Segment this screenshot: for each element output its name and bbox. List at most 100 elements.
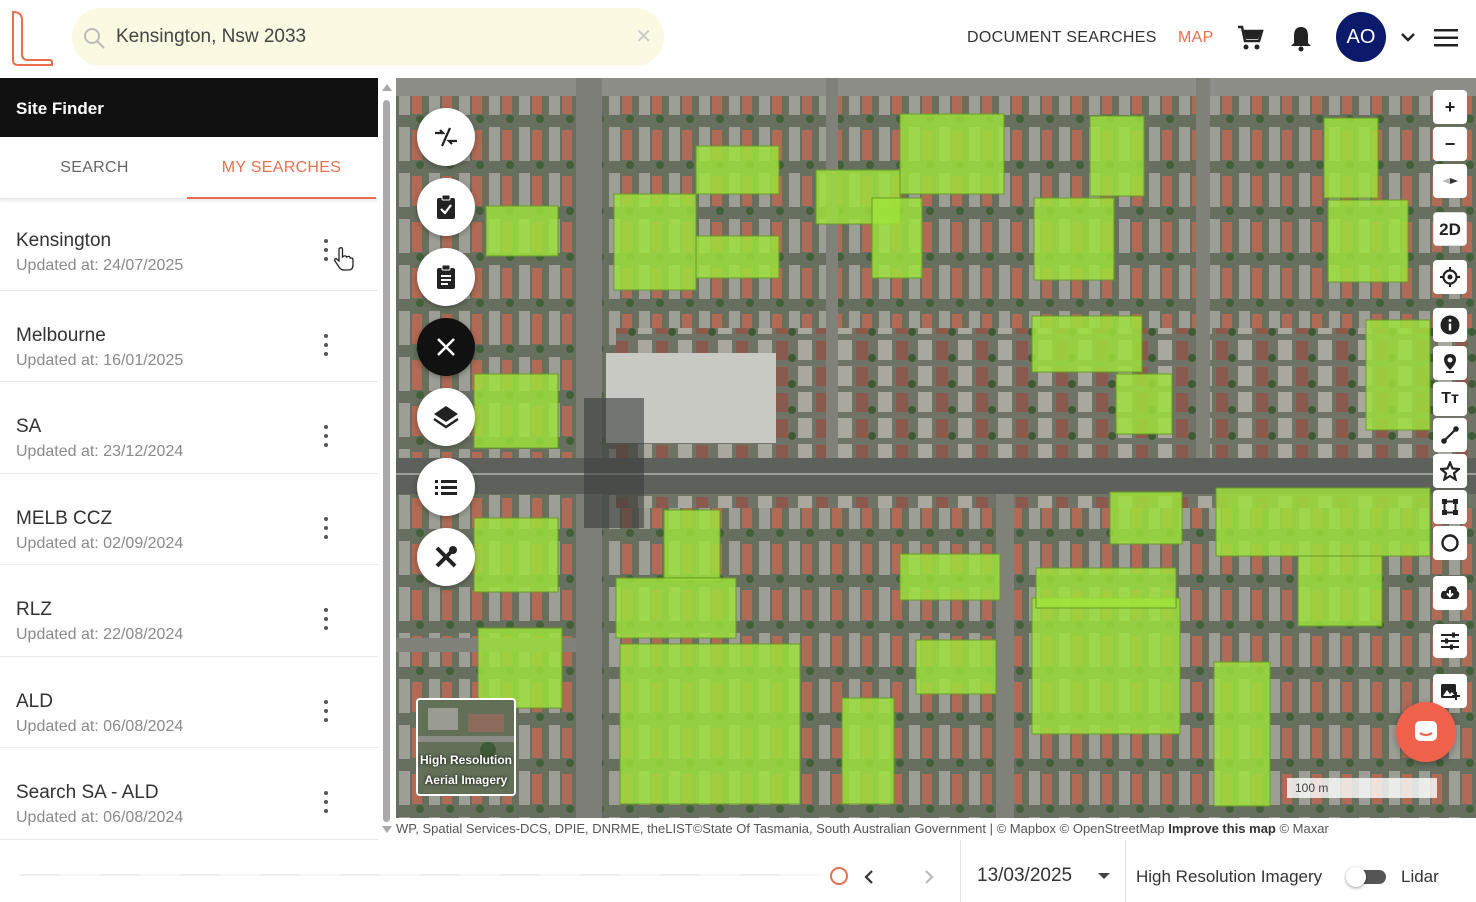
saved-searches-list: Kensington Updated at: 24/07/2025 Melbou… [0,199,378,840]
panel-title: Site Finder [0,78,378,137]
menu-icon[interactable] [1434,28,1458,48]
polygon-tool-button[interactable] [1433,490,1467,524]
add-image-button[interactable] [1433,674,1467,708]
list-item[interactable]: ALD Updated at: 06/08/2024 [0,657,378,748]
search-input[interactable] [116,21,616,53]
tab-my-searches[interactable]: MY SEARCHES [187,137,376,199]
more-options-icon[interactable] [322,516,330,543]
chat-icon [1415,721,1437,741]
map-attribution: WP, Spatial Services-DCS, DPIE, DNRME, t… [396,818,1476,840]
imagery-label: High Resolution Imagery [1136,867,1323,886]
clipboard-check-icon [437,194,455,219]
aerial-imagery [396,78,1476,818]
chat-support-button[interactable] [1396,702,1456,762]
imagery-timeline-bar: 13/03/2025 High Resolution Imagery Lidar [0,840,1476,902]
legend-button[interactable] [417,458,475,516]
avatar[interactable]: AO [1336,12,1386,62]
more-options-icon[interactable] [322,425,330,451]
search-icon [84,28,105,49]
site-finder-panel: Site Finder SEARCH MY SEARCHES Kensingto… [0,78,378,902]
collapse-icon [435,127,457,147]
tools-icon [435,546,457,568]
bell-icon[interactable] [1289,24,1313,52]
more-options-icon[interactable] [322,333,330,360]
line-tool-button[interactable] [1433,418,1467,452]
list-item[interactable]: Melbourne Updated at: 16/01/2025 [0,291,378,382]
view-2d-button[interactable]: 2D [1433,212,1467,246]
timeline-track[interactable] [20,874,820,876]
scroll-thumb[interactable] [383,100,390,822]
close-icon [437,338,455,356]
thumbnail-label: High Resolution Aerial Imagery [420,753,512,787]
list-item[interactable]: SA Updated at: 23/12/2024 [0,382,378,474]
more-options-icon[interactable] [322,239,330,265]
clipboard-icon [437,264,455,289]
search-updated: Updated at: 24/07/2025 [16,257,184,274]
list-item[interactable]: Search SA - ALD Updated at: 06/08/2024 [0,748,378,840]
compass-button[interactable] [1433,164,1467,198]
lidar-label: Lidar [1401,867,1439,886]
collapse-panel-button[interactable] [417,108,475,166]
list-item[interactable]: RLZ Updated at: 22/08/2024 [0,565,378,657]
list-icon [435,480,457,495]
top-bar: ✕ DOCUMENT SEARCHES MAP AO [0,0,1476,78]
chevron-down-icon[interactable] [1399,30,1417,44]
measure-tools-button[interactable] [417,528,475,586]
clear-icon[interactable]: ✕ [635,24,652,49]
search-name: ALD [16,690,53,712]
report-button[interactable] [417,248,475,306]
filter-settings-button[interactable] [1433,624,1467,658]
timeline-marker[interactable] [830,867,848,885]
polygon-draw-icon [1442,499,1458,515]
search-updated: Updated at: 16/01/2025 [16,351,184,369]
chevron-right-icon[interactable] [923,869,935,885]
layers-button[interactable] [417,388,475,446]
download-button[interactable] [1433,576,1467,610]
list-item[interactable]: Kensington Updated at: 24/07/2025 [0,199,378,291]
search-name: Melbourne [16,324,106,346]
my-location-button[interactable] [1433,260,1467,294]
search-name: RLZ [16,599,52,620]
crosshair-icon [1440,267,1460,287]
aerial-imagery-toggle[interactable]: High Resolution Aerial Imagery [416,698,516,796]
logo-icon[interactable] [10,10,54,66]
zoom-in-button[interactable]: + [1433,90,1467,124]
layers-icon [433,406,459,429]
star-icon [1440,461,1460,481]
panel-scrollbar[interactable] [378,78,396,838]
info-icon [1440,315,1460,335]
search-updated: Updated at: 06/08/2024 [16,717,184,735]
more-options-icon[interactable] [322,699,330,726]
scroll-up-icon[interactable] [382,84,392,91]
more-options-icon[interactable] [322,791,330,817]
cart-icon[interactable] [1236,24,1264,52]
checklist-button[interactable] [417,178,475,236]
search-name: Kensington [16,230,112,251]
circle-tool-button[interactable] [1433,526,1467,560]
panel-tabs: SEARCH MY SEARCHES [0,137,378,199]
chevron-left-icon[interactable] [863,869,875,885]
image-add-icon [1441,684,1460,700]
marker-tool-button[interactable] [1433,346,1467,380]
search-updated: Updated at: 02/09/2024 [16,534,184,552]
improve-map-link[interactable]: Improve this map [1168,821,1276,836]
info-button[interactable] [1433,308,1467,342]
scroll-down-icon[interactable] [382,826,392,833]
imagery-date-select[interactable]: 13/03/2025 [960,840,1126,902]
list-item[interactable]: MELB CCZ Updated at: 02/09/2024 [0,474,378,565]
search-updated: Updated at: 22/08/2024 [16,626,184,643]
star-tool-button[interactable] [1433,454,1467,488]
text-tool-button[interactable]: Tт [1433,382,1467,416]
attribution-text: WP, Spatial Services-DCS, DPIE, DNRME, t… [396,821,1169,836]
more-options-icon[interactable] [322,608,330,634]
location-search[interactable]: ✕ [72,8,664,66]
nav-map[interactable]: MAP [1178,29,1214,47]
lidar-toggle[interactable] [1346,867,1388,887]
nav-document-searches[interactable]: DOCUMENT SEARCHES [967,29,1157,47]
tab-search[interactable]: SEARCH [0,137,189,199]
cloud-download-icon [1440,586,1460,599]
close-tools-button[interactable] [417,318,475,376]
map-canvas[interactable] [396,78,1476,818]
zoom-out-button[interactable]: − [1433,127,1467,161]
line-draw-icon [1441,426,1459,444]
